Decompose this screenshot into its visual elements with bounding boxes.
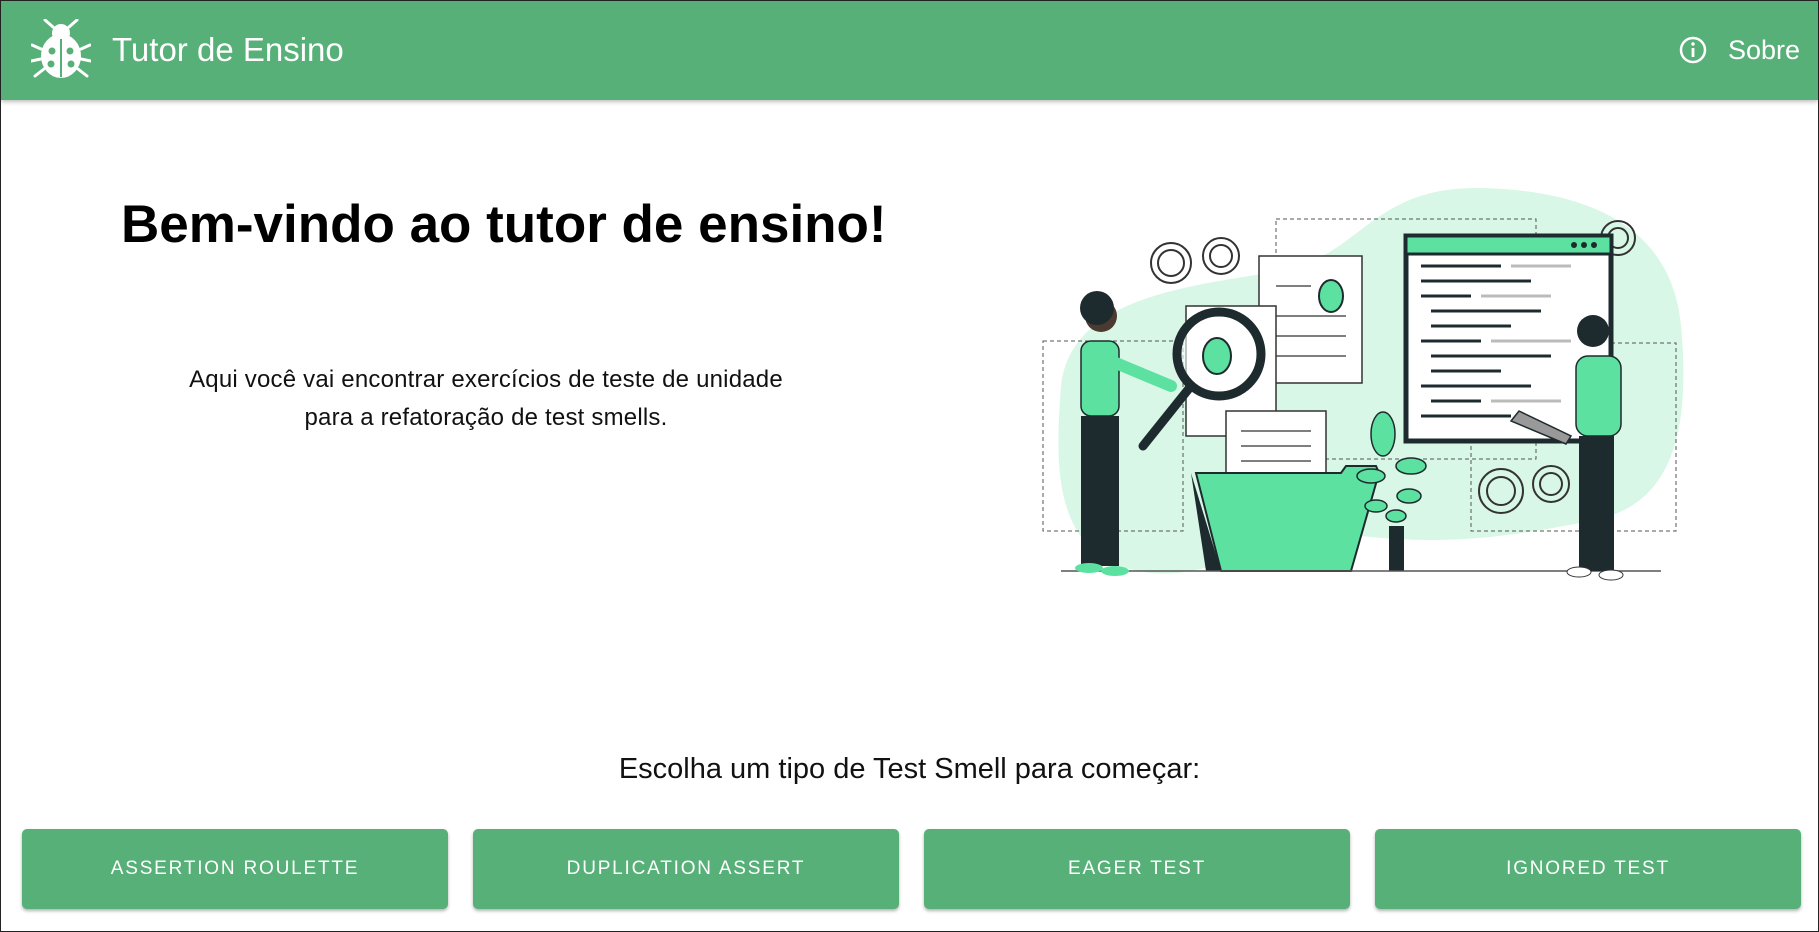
bug-icon-doc xyxy=(1318,279,1344,313)
gears-top-left xyxy=(1150,237,1240,284)
ignored-test-button[interactable]: IGNORED TEST xyxy=(1375,829,1801,909)
about-label: Sobre xyxy=(1727,34,1800,65)
about-button[interactable]: Sobre xyxy=(1670,27,1808,73)
assertion-roulette-button[interactable]: ASSERTION ROULETTE xyxy=(22,829,448,909)
app-title: Tutor de Ensino xyxy=(112,31,344,68)
app-window: Tutor de Ensino Sobre Bem-vindo ao tutor… xyxy=(0,0,1819,932)
ladybug-icon xyxy=(31,19,91,78)
intro-line-1: Aqui você vai encontrar exercícios de te… xyxy=(189,366,783,393)
choose-prompt: Escolha um tipo de Test Smell para começ… xyxy=(618,753,1201,785)
folder xyxy=(1194,465,1381,572)
intro-line-2: para a refatoração de test smells. xyxy=(304,404,668,431)
duplication-assert-button[interactable]: DUPLICATION ASSERT xyxy=(473,829,899,909)
test-smell-buttons: ASSERTION ROULETTE DUPLICATION ASSERT EA… xyxy=(22,829,1801,909)
intro-text: Aqui você vai encontrar exercícios de te… xyxy=(131,361,841,437)
page-title: Bem-vindo ao tutor de ensino! xyxy=(121,195,887,254)
app-bar: Tutor de Ensino Sobre xyxy=(1,1,1818,100)
info-icon xyxy=(1679,36,1707,64)
eager-test-button[interactable]: EAGER TEST xyxy=(924,829,1350,909)
hero-illustration xyxy=(1042,187,1684,581)
